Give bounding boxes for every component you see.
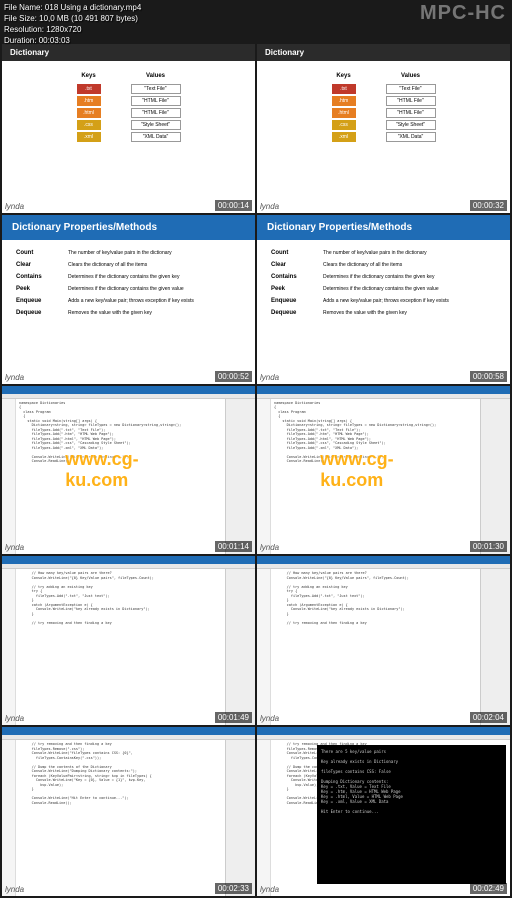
app-title: MPC-HC <box>420 2 506 25</box>
thumbnail-6[interactable]: namespace Dictionaries { class Program {… <box>257 386 510 555</box>
thumbnail-8[interactable]: // How many key/value pairs are there? C… <box>257 556 510 725</box>
properties-table: CountThe number of key/value pairs in th… <box>2 240 255 332</box>
thumbnail-10[interactable]: // try removing and then finding a key f… <box>257 727 510 896</box>
thumbnail-1[interactable]: Dictionary Keys .txt .htm .html .css .xm… <box>2 44 255 213</box>
brand-watermark: lynda <box>5 202 24 211</box>
thumbnail-4[interactable]: Dictionary Properties/Methods CountThe n… <box>257 215 510 384</box>
thumbnail-7[interactable]: // How many key/value pairs are there? C… <box>2 556 255 725</box>
thumbnail-2[interactable]: Dictionary Keys .txt .htm .html .css .xm… <box>257 44 510 213</box>
console-output: There are 5 key/value pairs Key already … <box>317 745 506 884</box>
code-editor: namespace Dictionaries { class Program {… <box>16 399 225 555</box>
thumbnail-9[interactable]: // try removing and then finding a key f… <box>2 727 255 896</box>
file-metadata: File Name: 018 Using a dictionary.mp4 Fi… <box>4 2 141 46</box>
slide-title: Dictionary Properties/Methods <box>2 215 255 240</box>
thumbnail-3[interactable]: Dictionary Properties/Methods CountThe n… <box>2 215 255 384</box>
slide-title: Dictionary <box>2 44 255 61</box>
thumbnail-5[interactable]: namespace Dictionaries { class Program {… <box>2 386 255 555</box>
thumbnail-grid: Dictionary Keys .txt .htm .html .css .xm… <box>0 0 512 898</box>
dictionary-diagram: Keys .txt .htm .html .css .xml Values "T… <box>2 61 255 154</box>
timestamp: 00:00:14 <box>215 200 252 211</box>
